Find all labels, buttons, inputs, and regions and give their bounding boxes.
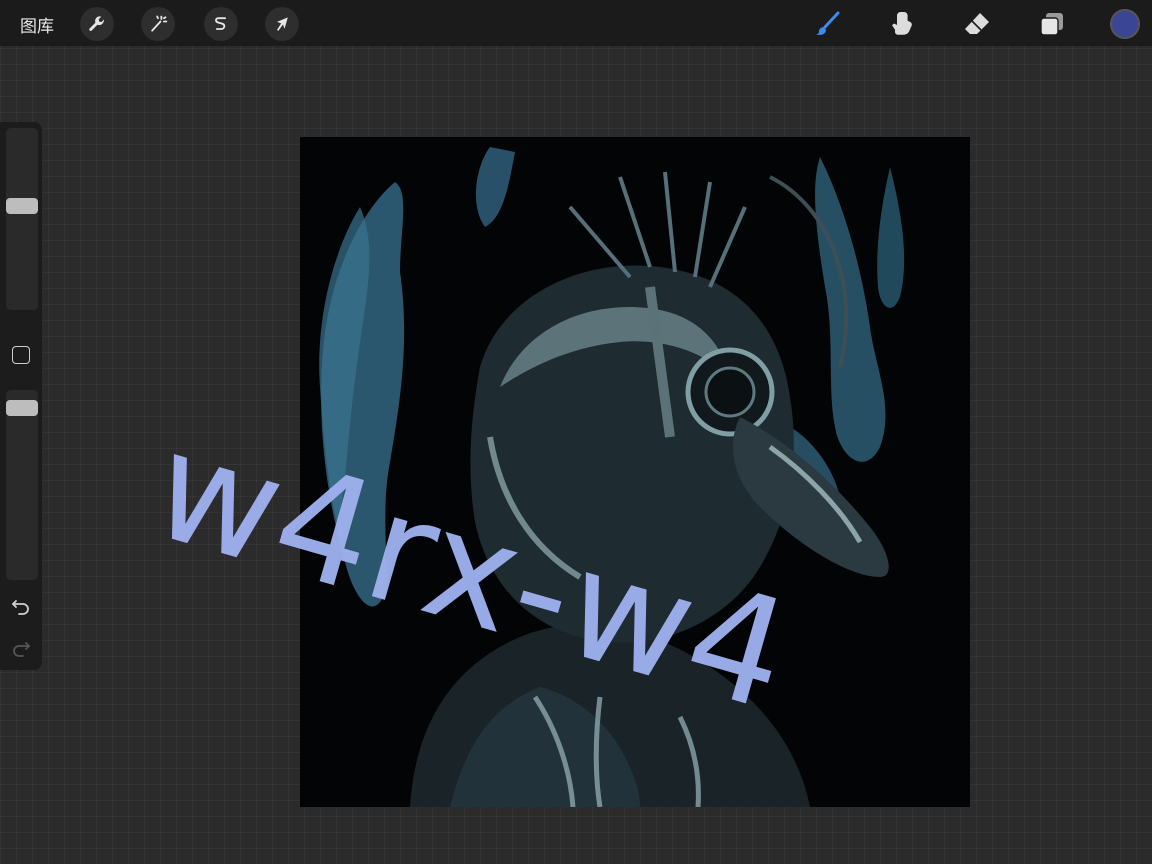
redo-icon[interactable]: [10, 638, 32, 660]
brush-size-slider[interactable]: [6, 128, 38, 310]
arrow-cursor-icon: [277, 17, 288, 31]
opacity-slider[interactable]: [6, 390, 38, 580]
gallery-button[interactable]: 图库: [20, 12, 54, 37]
undo-icon[interactable]: [10, 596, 32, 618]
adjustments-button[interactable]: [141, 7, 175, 41]
smudge-button[interactable]: [887, 9, 917, 39]
layers-button[interactable]: [1037, 9, 1067, 39]
color-picker-button[interactable]: [1110, 9, 1140, 39]
brush-button[interactable]: [812, 9, 842, 39]
top-toolbar: 图库: [0, 0, 1152, 46]
smudge-finger-icon: [892, 12, 912, 35]
wrench-icon: [89, 16, 105, 31]
actions-button[interactable]: [80, 7, 114, 41]
selection-button[interactable]: [204, 7, 238, 41]
brush-icon: [816, 11, 840, 35]
left-sidebar: [0, 122, 42, 670]
layers-icon: [1040, 13, 1063, 36]
opacity-thumb[interactable]: [6, 400, 38, 416]
transform-button[interactable]: [265, 7, 299, 41]
magic-wand-icon: [151, 15, 168, 32]
eraser-icon: [965, 13, 989, 34]
selection-s-icon: [215, 17, 227, 30]
modify-button[interactable]: [12, 346, 30, 364]
eraser-button[interactable]: [962, 9, 992, 39]
brush-size-thumb[interactable]: [6, 198, 38, 214]
